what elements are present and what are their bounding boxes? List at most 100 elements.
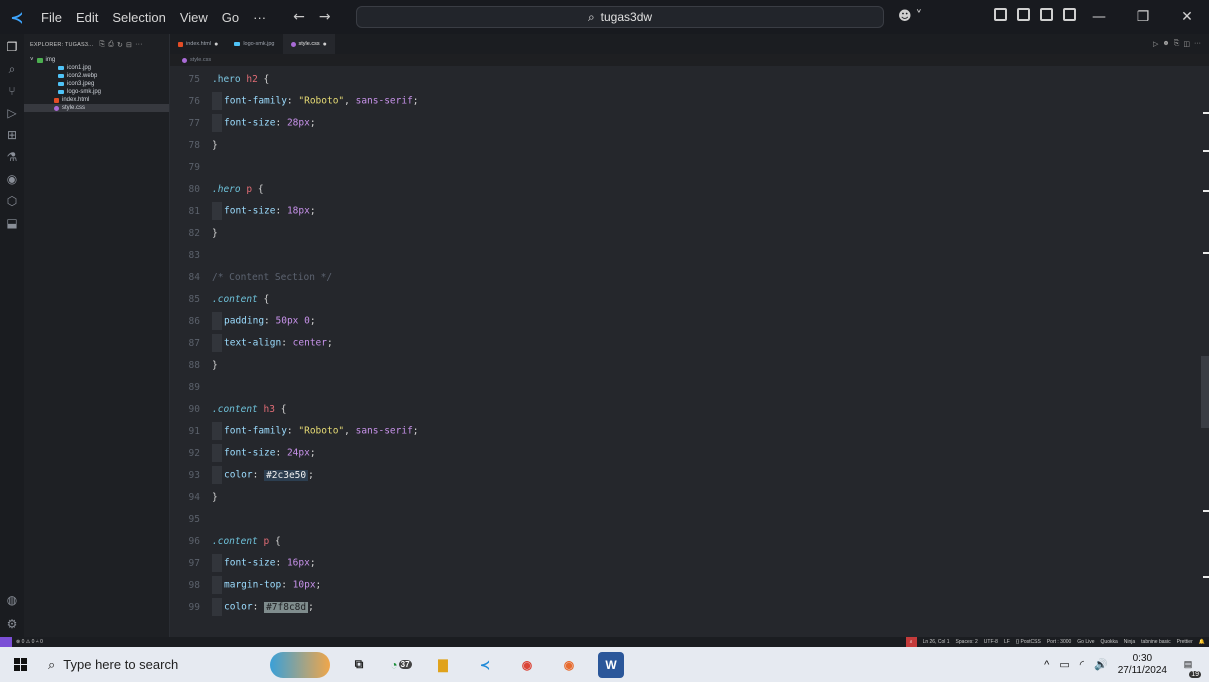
code-line[interactable]: 78} [170, 134, 218, 156]
tree-file-style[interactable]: style.css [24, 104, 169, 112]
code-line[interactable]: 87 text-align: center; [170, 332, 333, 354]
tree-file[interactable]: icon1.jpg [24, 64, 169, 72]
code-line[interactable]: 85 .content { [170, 288, 270, 310]
tab-index-html[interactable]: index.html ● [170, 34, 226, 54]
back-arrow-icon[interactable]: ← [293, 9, 305, 25]
word-icon[interactable]: W [598, 651, 624, 678]
code-text[interactable]: } [208, 492, 218, 503]
code-line[interactable]: 91 font-family: "Roboto", sans-serif; [170, 420, 419, 442]
problems-count[interactable]: ⊗ 0 ⚠ 0 ⑃ 0 [16, 639, 43, 645]
editor-scrollbar[interactable] [1201, 66, 1209, 637]
more-icon[interactable]: ··· [1194, 40, 1201, 48]
code-text[interactable]: .content p { [208, 536, 281, 547]
code-line[interactable]: 95 [170, 508, 212, 530]
tree-file-index[interactable]: index.html [24, 96, 169, 104]
code-text[interactable]: } [208, 360, 218, 371]
chrome-icon[interactable]: ◉ [514, 652, 540, 678]
split-editor-icon[interactable]: ◫ [1183, 40, 1190, 48]
code-text[interactable]: color: #7f8c8d; [208, 598, 314, 616]
code-line[interactable]: 90 .content h3 { [170, 398, 287, 420]
customize-layout-icon[interactable] [1063, 8, 1076, 21]
file-explorer-icon[interactable]: ▇ [430, 652, 456, 678]
status-cursor[interactable]: Ln 26, Col 1 [923, 639, 950, 645]
status-port[interactable]: Port : 3000 [1047, 639, 1071, 645]
code-text[interactable]: font-size: 16px; [208, 554, 316, 572]
toggle-panel-icon[interactable] [1017, 8, 1030, 21]
tree-file[interactable]: icon3.jpeg [24, 80, 169, 88]
battery-icon[interactable]: ▭ [1059, 658, 1069, 671]
code-line[interactable]: 80 .hero p { [170, 178, 264, 200]
modified-dot[interactable]: ● [214, 41, 218, 48]
explorer-icon[interactable]: ❐ [3, 38, 21, 56]
status-spaces[interactable]: Spaces: 2 [956, 639, 978, 645]
whatsapp-icon[interactable]: ◔ 37 [388, 652, 414, 678]
task-view-icon[interactable]: ⧉ [346, 652, 372, 678]
tree-folder-img[interactable]: ˅ img [24, 56, 169, 64]
code-line[interactable]: 84 /* Content Section */ [170, 266, 333, 288]
code-text[interactable]: padding: 50px 0; [208, 312, 316, 330]
status-prettier[interactable]: Prettier [1177, 639, 1193, 645]
forward-arrow-icon[interactable]: → [319, 9, 331, 25]
new-file-icon[interactable]: ⎘ [99, 41, 105, 49]
vscode-taskbar-icon[interactable]: ≺ [472, 652, 498, 678]
scrollbar-thumb[interactable] [1201, 356, 1209, 428]
start-button[interactable] [0, 647, 40, 682]
code-text[interactable]: font-family: "Roboto", sans-serif; [208, 422, 419, 440]
status-eol[interactable]: LF [1004, 639, 1010, 645]
code-line[interactable]: 82} [170, 222, 218, 244]
code-line[interactable]: 77 font-size: 28px; [170, 112, 316, 134]
run-icon[interactable]: ▷ [1153, 40, 1158, 48]
close-icon[interactable]: ✕ [1165, 0, 1209, 34]
code-line[interactable]: 94} [170, 486, 218, 508]
toggle-sidebar-icon[interactable] [994, 8, 1007, 21]
command-center-search[interactable]: ⌕ tugas3dw [356, 6, 884, 28]
breadcrumb-file[interactable]: style.css [190, 57, 211, 63]
tab-logo-smk[interactable]: logo-smk.jpg [226, 34, 282, 54]
notification-center-icon[interactable]: ▤ 19 [1177, 654, 1201, 678]
code-text[interactable]: } [208, 140, 218, 151]
chevron-up-icon[interactable]: ^ [1044, 659, 1049, 671]
code-line[interactable]: 75 .hero h2 { [170, 68, 270, 90]
collapse-icon[interactable]: ⊟ [126, 41, 132, 49]
code-text[interactable]: .content { [208, 294, 269, 305]
gear-icon[interactable]: ⚙ [3, 615, 21, 633]
code-line[interactable]: 83 [170, 244, 212, 266]
code-text[interactable]: font-size: 28px; [208, 114, 316, 132]
copilot-icon[interactable]: ☻ ˅ [898, 9, 922, 24]
more-icon[interactable]: ··· [135, 41, 143, 49]
vscode-logo-icon[interactable]: ≺ [0, 0, 34, 34]
menu-more[interactable]: ··· [246, 10, 273, 25]
code-text[interactable]: color: #2c3e50; [208, 466, 314, 484]
code-line[interactable]: 79 [170, 156, 212, 178]
wifi-icon[interactable]: ◜ [1080, 658, 1084, 671]
status-encoding[interactable]: UTF-8 [984, 639, 998, 645]
status-language[interactable]: {} PostCSS [1016, 639, 1041, 645]
run-debug-icon[interactable]: ▷ [3, 104, 21, 122]
status-quokka[interactable]: Quokka [1101, 639, 1118, 645]
status-tabnine[interactable]: tabnine basic [1141, 639, 1170, 645]
notification-error-icon[interactable]: ⌕ [905, 637, 917, 647]
search-icon[interactable]: ⌕ [3, 60, 21, 78]
chrome-profile-icon[interactable]: ◉ [556, 652, 582, 678]
menu-edit[interactable]: Edit [69, 10, 105, 25]
code-line[interactable]: 89 [170, 376, 212, 398]
code-text[interactable]: font-family: "Roboto", sans-serif; [208, 92, 419, 110]
status-ninja[interactable]: Ninja [1124, 639, 1135, 645]
code-text[interactable]: .content h3 { [208, 404, 286, 415]
tab-style-css[interactable]: style.css ● [282, 34, 335, 54]
code-line[interactable]: 97 font-size: 16px; [170, 552, 316, 574]
weather-widget-icon[interactable] [270, 651, 330, 678]
extensions-icon[interactable]: ⊞ [3, 126, 21, 144]
code-line[interactable]: 76 font-family: "Roboto", sans-serif; [170, 90, 419, 112]
code-text[interactable]: .hero h2 { [208, 74, 269, 85]
code-text[interactable]: font-size: 18px; [208, 202, 316, 220]
code-line[interactable]: 98 margin-top: 10px; [170, 574, 321, 596]
open-changes-icon[interactable]: ⎘ [1174, 40, 1180, 48]
menu-file[interactable]: File [34, 10, 69, 25]
bell-icon[interactable]: 🔔 [1199, 639, 1205, 645]
code-text[interactable]: /* Content Section */ [208, 272, 332, 283]
tree-file[interactable]: icon2.webp [24, 72, 169, 80]
toggle-secondary-sidebar-icon[interactable] [1040, 8, 1053, 21]
new-folder-icon[interactable]: ⎙ [108, 41, 114, 49]
menu-go[interactable]: Go [215, 10, 246, 25]
